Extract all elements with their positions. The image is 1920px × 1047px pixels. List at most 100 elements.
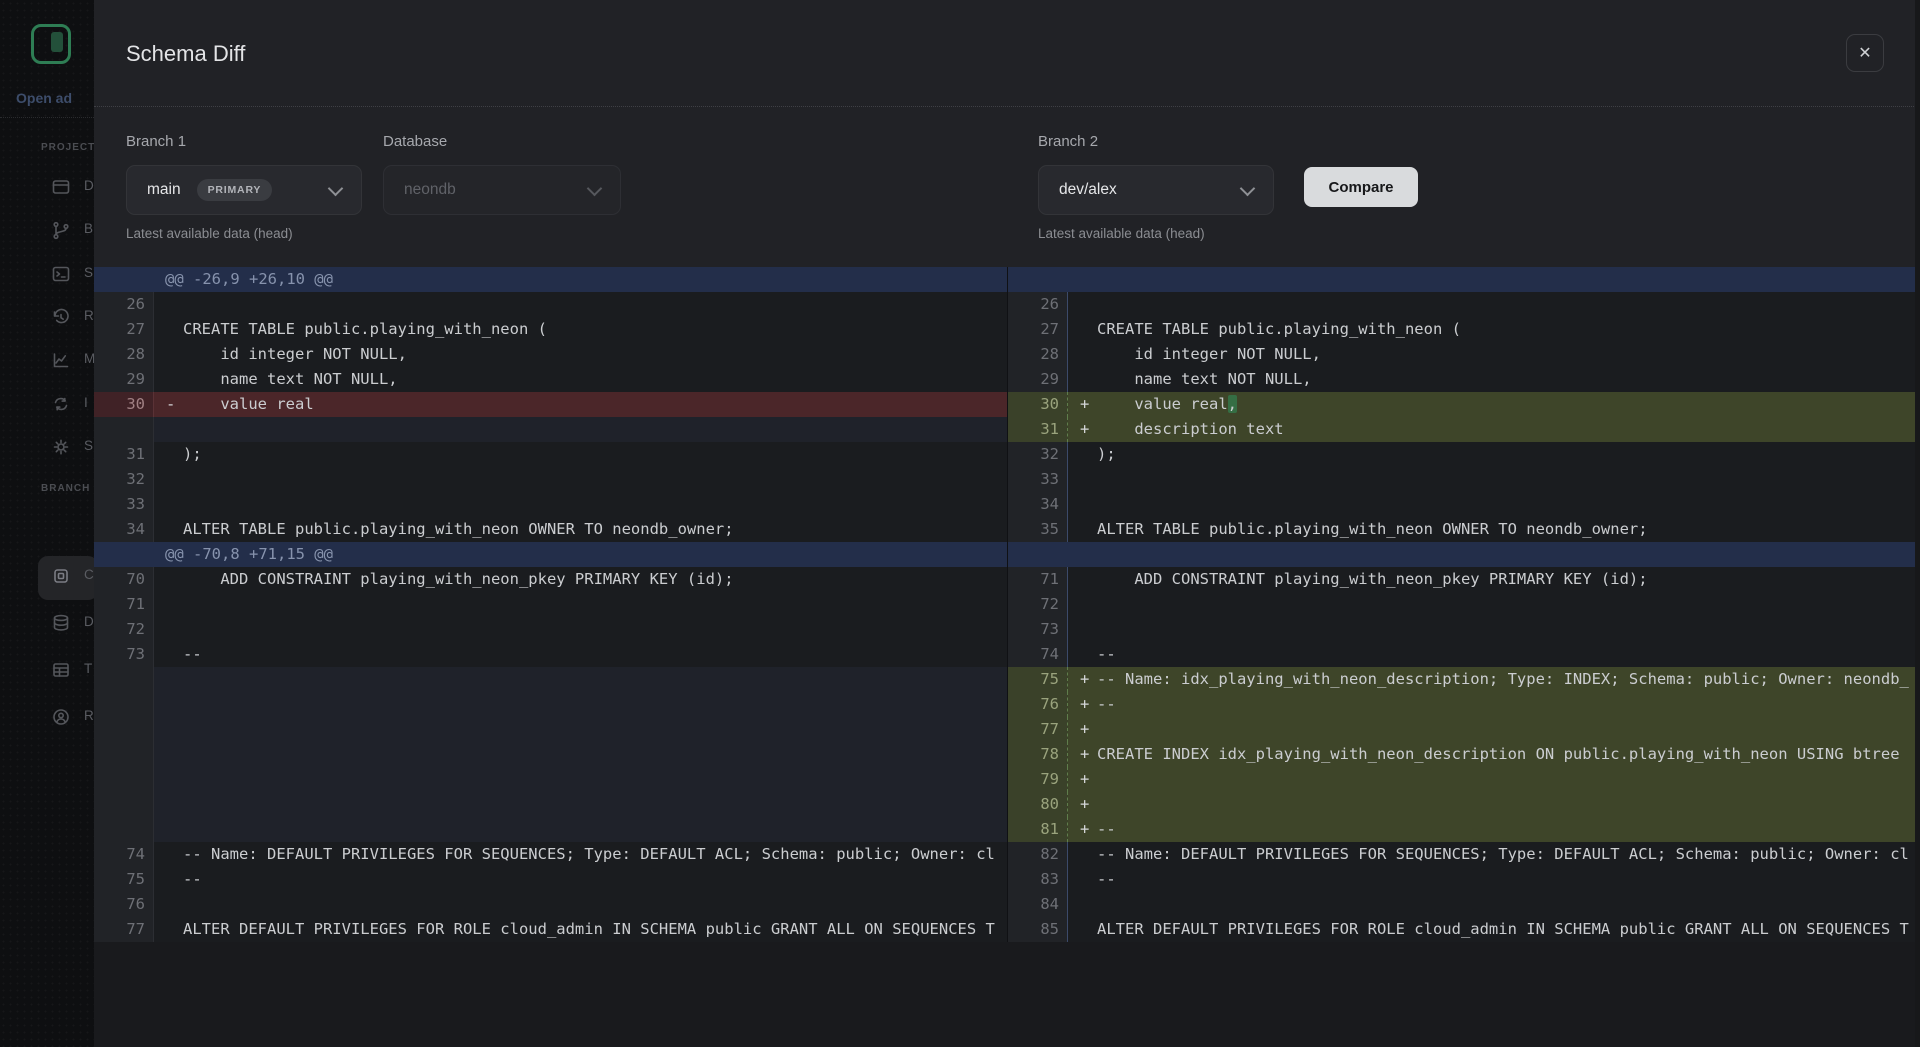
diff-marker — [166, 442, 183, 467]
code-cell — [154, 292, 1007, 317]
diff-row: 28 id integer NOT NULL, — [1008, 342, 1920, 367]
branch1-value: main — [147, 181, 181, 199]
diff-pane-branch1[interactable]: @@ -26,9 +26,10 @@2627CREATE TABLE publi… — [94, 267, 1007, 942]
diff-row: 30- value real — [94, 392, 1007, 417]
diff-row: 75-- — [94, 867, 1007, 892]
code-cell — [1068, 892, 1920, 917]
code-text: name text NOT NULL, — [183, 367, 398, 392]
diff-row: 35ALTER TABLE public.playing_with_neon O… — [1008, 517, 1920, 542]
diff-marker — [166, 492, 183, 517]
sidebar: Open ad PROJECTDBSRMISBRANCHCDTR — [0, 0, 94, 1047]
code-cell: + — [1068, 767, 1920, 792]
diff-marker — [166, 317, 183, 342]
line-number: 32 — [94, 467, 154, 492]
scrollbar-track[interactable] — [1915, 0, 1920, 1047]
sidebar-item-label: R — [84, 308, 94, 323]
line-number: 27 — [1008, 317, 1068, 342]
sidebar-item-sql-editor[interactable]: S — [0, 254, 94, 294]
diff-row: 27CREATE TABLE public.playing_with_neon … — [94, 317, 1007, 342]
code-text: ALTER DEFAULT PRIVILEGES FOR ROLE cloud_… — [183, 917, 995, 942]
restore-icon — [50, 306, 72, 328]
code-cell — [154, 742, 1007, 767]
line-number: 32 — [1008, 442, 1068, 467]
code-cell: + — [1068, 717, 1920, 742]
integrations-icon — [50, 393, 72, 415]
sidebar-item-monitoring[interactable]: M — [0, 340, 94, 380]
filler-row — [94, 417, 1007, 442]
line-number: 75 — [1008, 667, 1068, 692]
line-number: 78 — [1008, 742, 1068, 767]
code-text: CREATE INDEX idx_playing_with_neon_descr… — [1097, 742, 1909, 767]
code-text: -- — [183, 867, 202, 892]
code-cell: name text NOT NULL, — [1068, 367, 1920, 392]
sidebar-item-label: T — [84, 661, 92, 676]
diff-marker — [166, 742, 183, 767]
diff-row: 73 — [1008, 617, 1920, 642]
diff-row: 71 — [94, 592, 1007, 617]
diff-row: 31); — [94, 442, 1007, 467]
diff-marker — [166, 517, 183, 542]
code-cell: id integer NOT NULL, — [154, 342, 1007, 367]
sidebar-item-settings[interactable]: S — [0, 427, 94, 467]
diff-marker — [1080, 492, 1097, 517]
diff-row: 32 — [94, 467, 1007, 492]
neon-logo-icon — [31, 24, 71, 64]
code-cell: ); — [1068, 442, 1920, 467]
sidebar-item-tables[interactable]: T — [0, 650, 94, 690]
code-text: value real, — [1097, 392, 1237, 417]
chevron-down-icon — [1240, 181, 1256, 197]
line-number — [94, 417, 154, 442]
line-number: 30 — [94, 392, 154, 417]
line-number: 31 — [94, 442, 154, 467]
line-number: 83 — [1008, 867, 1068, 892]
diff-marker — [1080, 442, 1097, 467]
diff-marker — [1080, 317, 1097, 342]
hunk-header-text: @@ -70,8 +71,15 @@ — [94, 542, 333, 567]
sidebar-item-restore[interactable]: R — [0, 297, 94, 337]
diff-marker — [1080, 467, 1097, 492]
filler-row — [94, 767, 1007, 792]
code-text: name text NOT NULL, — [1097, 367, 1312, 392]
sidebar-item-databases[interactable]: D — [0, 603, 94, 643]
code-cell — [154, 767, 1007, 792]
open-admin-link[interactable]: Open ad — [16, 90, 72, 106]
database-select[interactable]: neondb — [383, 165, 621, 215]
schema-diff-modal: Schema Diff ✕ Branch 1 main PRIMARY Late… — [94, 0, 1920, 1047]
line-number — [94, 717, 154, 742]
close-button[interactable]: ✕ — [1846, 34, 1884, 72]
hunk-header-text: @@ -26,9 +26,10 @@ — [94, 267, 333, 292]
sidebar-item-integrations[interactable]: I — [0, 384, 94, 424]
code-cell: + — [1068, 792, 1920, 817]
line-number: 71 — [94, 592, 154, 617]
diff-row: 70 ADD CONSTRAINT playing_with_neon_pkey… — [94, 567, 1007, 592]
branch2-select[interactable]: dev/alex — [1038, 165, 1274, 215]
line-number: 26 — [1008, 292, 1068, 317]
sidebar-item-branches[interactable]: B — [0, 210, 94, 250]
diff-row: 33 — [1008, 467, 1920, 492]
diff-row: 84 — [1008, 892, 1920, 917]
diff-row: 81+-- — [1008, 817, 1920, 842]
compare-button[interactable]: Compare — [1304, 167, 1418, 207]
code-text: value real — [183, 392, 314, 417]
line-number: 74 — [1008, 642, 1068, 667]
line-number — [94, 767, 154, 792]
sidebar-item-dashboard[interactable]: D — [0, 167, 94, 207]
code-cell — [154, 717, 1007, 742]
sidebar-item-computes[interactable]: C — [0, 556, 94, 596]
code-text: ); — [1097, 442, 1116, 467]
branch1-select[interactable]: main PRIMARY — [126, 165, 362, 215]
diff-marker — [166, 817, 183, 842]
line-number: 81 — [1008, 817, 1068, 842]
code-cell: ALTER DEFAULT PRIVILEGES FOR ROLE cloud_… — [154, 917, 1007, 942]
chevron-down-icon — [587, 181, 603, 197]
diff-marker — [166, 867, 183, 892]
code-cell: -- Name: DEFAULT PRIVILEGES FOR SEQUENCE… — [1068, 842, 1920, 867]
sidebar-item-roles[interactable]: R — [0, 697, 94, 737]
close-icon: ✕ — [1858, 45, 1871, 62]
schema-diff-view: @@ -26,9 +26,10 @@ 2627CREATE TABLE publi… — [94, 267, 1920, 1047]
diff-row: 75+-- Name: idx_playing_with_neon_descri… — [1008, 667, 1920, 692]
diff-row: 73-- — [94, 642, 1007, 667]
line-number: 71 — [1008, 567, 1068, 592]
diff-pane-branch2[interactable]: 2627CREATE TABLE public.playing_with_neo… — [1007, 267, 1920, 942]
line-number: 30 — [1008, 392, 1068, 417]
